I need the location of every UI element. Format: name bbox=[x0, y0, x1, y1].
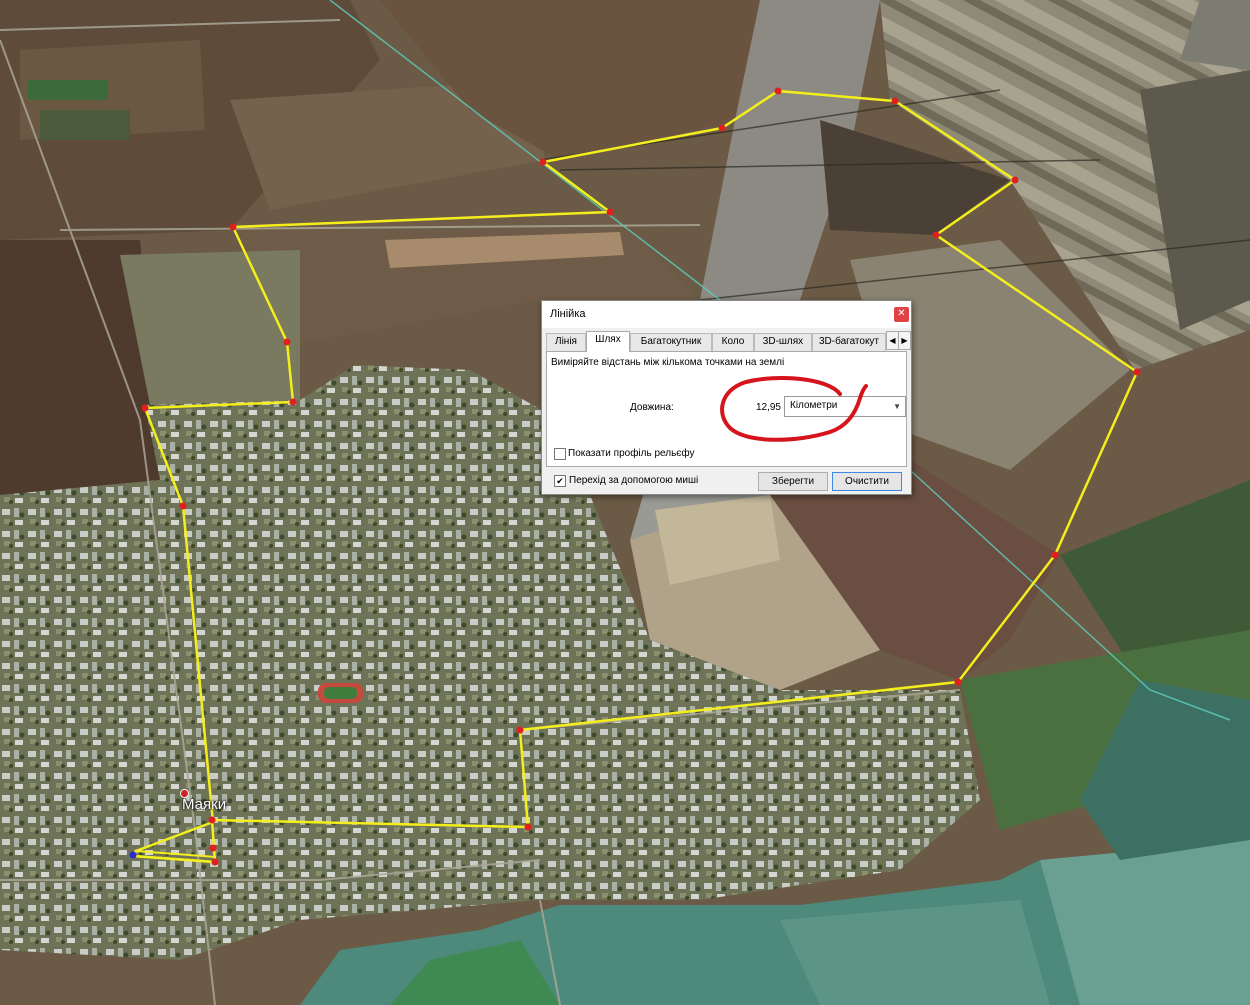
ruler-dialog: Лінійка ✕ Лінія Шлях Багатокутник Коло 3… bbox=[541, 300, 912, 495]
unit-select[interactable]: Кілометри ▼ bbox=[784, 396, 906, 417]
clear-button[interactable]: Очистити bbox=[832, 472, 902, 491]
unit-selected: Кілометри bbox=[790, 400, 838, 411]
mouse-nav-label: Перехід за допомогою миші bbox=[569, 475, 699, 486]
measure-description: Виміряйте відстань між кількома точками … bbox=[551, 357, 785, 368]
mouse-nav-checkbox[interactable]: ✔ bbox=[554, 475, 566, 487]
tab-polygon[interactable]: Багатокутник bbox=[630, 333, 712, 351]
tab-scroll-right-icon[interactable]: ▶ bbox=[898, 331, 911, 350]
place-label-mayaky[interactable]: Маяки bbox=[182, 796, 226, 813]
path-start-point[interactable] bbox=[129, 851, 137, 859]
close-icon[interactable]: ✕ bbox=[894, 307, 909, 322]
dialog-titlebar[interactable]: Лінійка ✕ bbox=[542, 301, 911, 328]
tab-bar: Лінія Шлях Багатокутник Коло 3D-шлях 3D-… bbox=[546, 331, 911, 352]
length-value: 12,95 bbox=[755, 402, 781, 413]
tab-path[interactable]: Шлях bbox=[586, 331, 630, 352]
dialog-title: Лінійка bbox=[550, 308, 586, 320]
chevron-down-icon: ▼ bbox=[893, 402, 901, 411]
tab-3d-polygon[interactable]: 3D-багатокут bbox=[812, 333, 886, 351]
show-elevation-checkbox[interactable] bbox=[554, 448, 566, 460]
length-label: Довжина: bbox=[630, 402, 674, 413]
tab-3d-path[interactable]: 3D-шлях bbox=[754, 333, 812, 351]
satellite-map[interactable] bbox=[0, 0, 1250, 1005]
save-button[interactable]: Зберегти bbox=[758, 472, 828, 491]
tab-panel: Виміряйте відстань між кількома точками … bbox=[546, 351, 907, 467]
show-elevation-label: Показати профіль рельєфу bbox=[568, 448, 695, 459]
tab-line[interactable]: Лінія bbox=[546, 333, 586, 351]
tab-circle[interactable]: Коло bbox=[712, 333, 754, 351]
